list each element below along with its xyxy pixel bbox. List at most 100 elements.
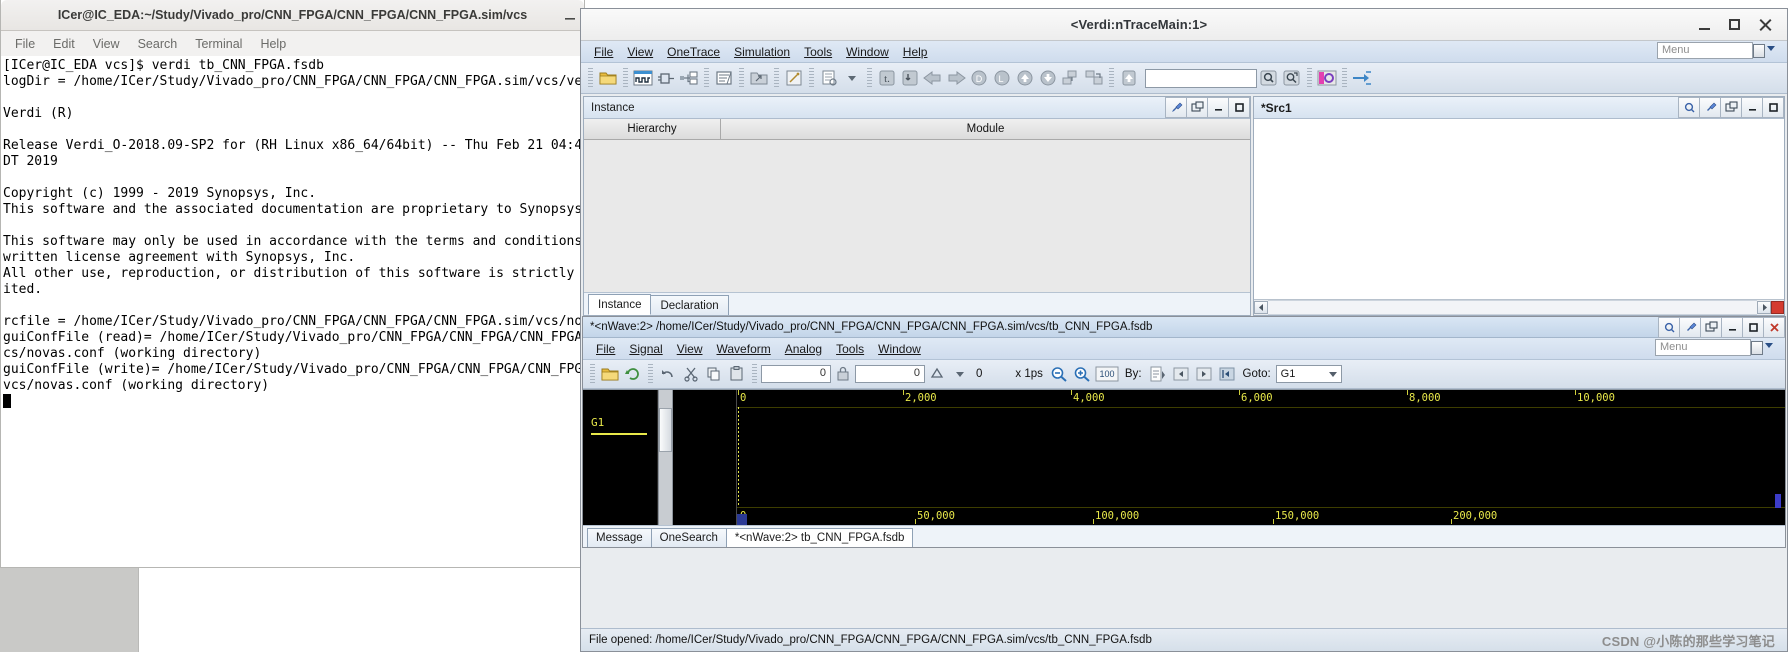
source-code-view[interactable] <box>1254 119 1784 299</box>
maximize-icon[interactable] <box>1727 17 1743 33</box>
reload-icon[interactable] <box>622 363 644 385</box>
tab-onesearch[interactable]: OneSearch <box>650 528 727 547</box>
pin-icon[interactable] <box>1699 97 1720 118</box>
panel-minimize-icon[interactable] <box>1741 97 1762 118</box>
verdi-menu-onetrace[interactable]: OneTrace <box>660 43 727 61</box>
nwave-menu-window[interactable]: Window <box>871 340 928 358</box>
waveform-ruler-bottom[interactable]: 0 50,000 100,000 150,000 200,000 <box>737 507 1785 525</box>
nwave-menu-search-input[interactable]: Menu <box>1655 339 1751 356</box>
cut-icon[interactable] <box>680 363 702 385</box>
tab-declaration[interactable]: Declaration <box>650 295 729 315</box>
nwave-menu-view[interactable]: View <box>670 340 710 358</box>
verdi-menu-view[interactable]: View <box>620 43 660 61</box>
open-file-icon[interactable] <box>599 363 621 385</box>
waveform-hscroll-left[interactable] <box>737 514 747 525</box>
signal-value-pane[interactable] <box>673 390 737 525</box>
waveform-cursor-g1[interactable] <box>738 407 739 508</box>
signal-name-pane[interactable]: G1 <box>583 390 658 525</box>
tab-nwave-fsdb[interactable]: *<nWave:2> tb_CNN_FPGA.fsdb <box>725 528 914 547</box>
toolbar-grip[interactable] <box>1307 68 1312 88</box>
prev-transition-icon[interactable] <box>1170 363 1192 385</box>
by-selector-icon[interactable] <box>1147 363 1169 385</box>
tab-message[interactable]: Message <box>587 528 652 547</box>
panel-maximize-icon[interactable] <box>1762 97 1784 118</box>
scroll-right-icon[interactable] <box>1757 301 1771 314</box>
toolbar-grip[interactable] <box>867 68 872 88</box>
verdi-menu-search-input[interactable]: Menu <box>1657 42 1753 59</box>
edit-icon[interactable] <box>783 67 805 89</box>
back-arrow-icon[interactable] <box>922 67 944 89</box>
next-transition-icon[interactable] <box>1193 363 1215 385</box>
trace-signal-icon[interactable] <box>1351 67 1373 89</box>
waveform-canvas[interactable]: 0 2,000 4,000 6,000 8,000 10,000 0 50,00… <box>737 390 1785 525</box>
nwave-menu-signal[interactable]: Signal <box>622 340 669 358</box>
collapse-icon[interactable] <box>1083 67 1105 89</box>
nwave-menu-analog[interactable]: Analog <box>778 340 829 358</box>
toolbar-grip[interactable] <box>739 68 744 88</box>
terminal-minimize-button[interactable] <box>562 7 578 23</box>
goto-select[interactable]: G1 <box>1275 365 1342 383</box>
source-resize-corner[interactable] <box>1771 301 1784 314</box>
nwave-menu-file[interactable]: File <box>589 340 622 358</box>
verdi-menu-simulation[interactable]: Simulation <box>727 43 797 61</box>
nwave-titlebar[interactable]: *<nWave:2> /home/ICer/Study/Vivado_pro/C… <box>583 316 1785 338</box>
toolbar-grip[interactable] <box>809 68 814 88</box>
toolbar-grip[interactable] <box>648 364 653 384</box>
verdi-menu-tools[interactable]: Tools <box>797 43 839 61</box>
pin-icon[interactable] <box>1165 97 1186 118</box>
source-horizontal-scrollbar[interactable] <box>1254 299 1784 315</box>
waveform-right-marker[interactable] <box>1775 494 1781 508</box>
chevron-down-icon[interactable] <box>1328 372 1337 377</box>
paste-icon[interactable] <box>726 363 748 385</box>
terminal-menu-help[interactable]: Help <box>252 34 294 54</box>
undock-icon[interactable] <box>1700 316 1721 338</box>
terminal-menu-file[interactable]: File <box>7 34 43 54</box>
marker-down-icon[interactable] <box>949 363 971 385</box>
zoom-fit-icon[interactable]: 100 <box>1094 363 1120 385</box>
toolbar-grip[interactable] <box>752 364 757 384</box>
nwave-minimize-icon[interactable] <box>1721 316 1742 338</box>
menubar-dock-icon[interactable] <box>1753 44 1765 58</box>
report-dropdown-icon[interactable] <box>841 67 863 89</box>
load-icon[interactable]: L <box>991 67 1013 89</box>
flow-icon[interactable] <box>678 67 700 89</box>
terminal-menu-terminal[interactable]: Terminal <box>187 34 250 54</box>
verdi-menu-help[interactable]: Help <box>896 43 935 61</box>
undock-icon[interactable] <box>1186 97 1207 118</box>
driver-icon[interactable]: D <box>968 67 990 89</box>
time-input[interactable]: 0 <box>761 365 831 383</box>
undock-icon[interactable] <box>1720 97 1741 118</box>
copy-icon[interactable] <box>703 363 725 385</box>
close-icon[interactable] <box>1757 17 1773 33</box>
goto-prev-marker-icon[interactable] <box>1216 363 1238 385</box>
scroll-track[interactable] <box>1268 300 1757 315</box>
open-file-icon[interactable] <box>597 67 619 89</box>
color-palette-icon[interactable] <box>1316 67 1338 89</box>
top-level-icon[interactable] <box>1118 67 1140 89</box>
marker-up-icon[interactable] <box>926 363 948 385</box>
open-folder-icon[interactable] <box>748 67 770 89</box>
time-lock-icon[interactable] <box>832 363 854 385</box>
terminal-menu-search[interactable]: Search <box>130 34 186 54</box>
panel-maximize-icon[interactable] <box>1228 97 1250 118</box>
expand-icon[interactable] <box>1060 67 1082 89</box>
terminal-output[interactable]: [ICer@IC_EDA vcs]$ verdi tb_CNN_FPGA.fsd… <box>1 56 584 567</box>
up-arrow-icon[interactable] <box>1014 67 1036 89</box>
signal-vertical-scrollbar[interactable] <box>658 390 673 525</box>
toolbar-grip[interactable] <box>623 68 628 88</box>
menubar-dock-icon[interactable] <box>1751 341 1763 355</box>
tab-instance[interactable]: Instance <box>588 294 652 315</box>
delta-input[interactable]: 0 <box>855 365 925 383</box>
instance-tree-list[interactable] <box>584 140 1250 292</box>
column-header-hierarchy[interactable]: Hierarchy <box>584 119 721 139</box>
scrollbar-thumb[interactable] <box>659 408 672 452</box>
zoom-in-icon[interactable] <box>1071 363 1093 385</box>
down-arrow-icon[interactable] <box>1037 67 1059 89</box>
menubar-caret-icon[interactable] <box>1767 46 1775 51</box>
toolbar-grip[interactable] <box>774 68 779 88</box>
scroll-left-icon[interactable] <box>1254 301 1268 314</box>
forward-arrow-icon[interactable] <box>945 67 967 89</box>
toolbar-grip[interactable] <box>1109 68 1114 88</box>
nwave-maximize-icon[interactable] <box>1742 316 1763 338</box>
toolbar-grip[interactable] <box>590 364 595 384</box>
